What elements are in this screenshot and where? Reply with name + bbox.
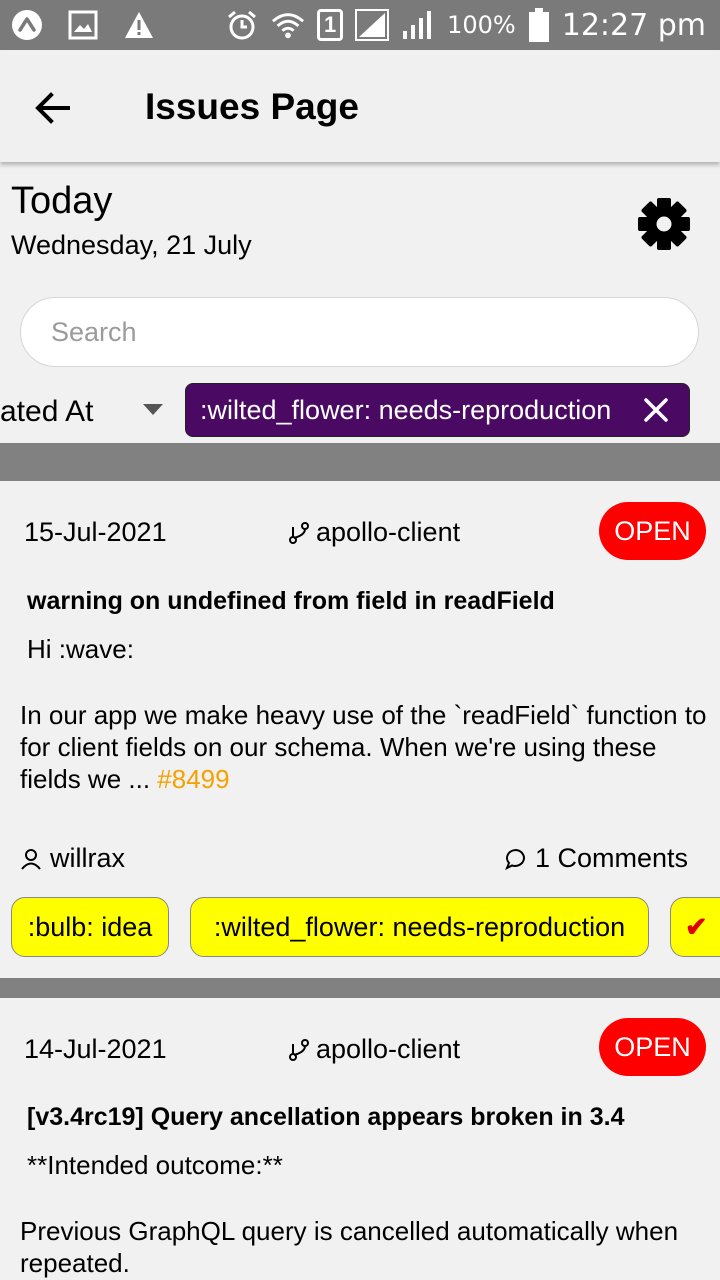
warning-icon xyxy=(122,8,156,42)
issue-author: willrax xyxy=(20,843,125,874)
label-text: :bulb: idea xyxy=(27,911,153,942)
arrow-left-icon xyxy=(35,92,70,124)
label-chip[interactable]: :bulb: idea xyxy=(11,897,169,957)
section-heading: Today xyxy=(11,180,113,222)
issue-card[interactable]: 14-Jul-2021 apollo-client OPEN [v3.4rc19… xyxy=(0,998,720,1280)
chevron-down-icon[interactable] xyxy=(143,404,163,415)
label-chip[interactable]: ✔ xyxy=(670,897,720,957)
issue-title[interactable]: [v3.4rc19] Query ancellation appears bro… xyxy=(27,1103,624,1132)
battery-icon xyxy=(528,8,550,42)
comment-icon xyxy=(505,848,525,870)
app-bar: Issues Page xyxy=(0,50,720,162)
git-branch-icon xyxy=(289,521,309,544)
active-filter-chip[interactable]: :wilted_flower: needs-reproduction xyxy=(185,383,690,437)
git-branch-icon xyxy=(289,1038,309,1061)
repo-name: apollo-client xyxy=(316,517,461,547)
issue-card[interactable]: 15-Jul-2021 apollo-client OPEN warning o… xyxy=(0,481,720,978)
search-input[interactable] xyxy=(20,297,699,367)
signal-icon xyxy=(355,8,390,42)
app-icon xyxy=(10,8,44,42)
clock: 12:27 pm xyxy=(561,7,706,43)
divider xyxy=(0,978,720,998)
divider xyxy=(0,443,720,481)
label-chip[interactable]: :wilted_flower: needs-reproduction xyxy=(190,897,649,957)
sim-icon: 1 xyxy=(317,9,344,41)
issue-greeting: **Intended outcome:** xyxy=(27,1150,283,1180)
issue-body: In our app we make heavy use of the `rea… xyxy=(20,699,710,795)
current-date: Wednesday, 21 July xyxy=(11,230,252,260)
author-name: willrax xyxy=(50,843,126,873)
label-text: :wilted_flower: needs-reproduction xyxy=(213,911,626,942)
issue-body-text: In our app we make heavy use of the `rea… xyxy=(20,700,714,794)
issue-comments: 1 Comments xyxy=(505,843,688,874)
page-title: Issues Page xyxy=(145,86,359,127)
back-button[interactable] xyxy=(24,80,80,136)
issue-date: 14-Jul-2021 xyxy=(24,1034,167,1064)
status-bar: 1 100% 12:27 pm xyxy=(0,0,720,50)
issue-greeting: Hi :wave: xyxy=(27,634,134,664)
alarm-icon xyxy=(225,8,259,42)
gear-icon xyxy=(638,198,690,250)
status-badge: OPEN xyxy=(599,502,706,560)
check-icon: ✔ xyxy=(685,911,708,942)
status-badge: OPEN xyxy=(599,1018,706,1076)
comment-count: 1 Comments xyxy=(535,843,689,873)
issue-number[interactable]: #8499 xyxy=(157,764,229,794)
issue-body: Previous GraphQL query is cancelled auto… xyxy=(20,1216,686,1278)
issue-repo: apollo-client xyxy=(288,1034,460,1065)
battery-percent: 100% xyxy=(447,11,516,39)
signal-icon xyxy=(401,8,435,42)
issue-date: 15-Jul-2021 xyxy=(24,517,167,547)
settings-button[interactable] xyxy=(632,192,696,256)
issue-repo: apollo-client xyxy=(288,517,460,548)
image-icon xyxy=(66,8,100,42)
sort-dropdown-label[interactable]: ated At xyxy=(0,395,93,429)
wifi-icon xyxy=(271,8,305,42)
close-icon[interactable] xyxy=(643,397,669,423)
user-icon xyxy=(21,848,41,870)
filter-chip-label: :wilted_flower: needs-reproduction xyxy=(200,394,612,425)
issue-title[interactable]: warning on undefined from field in readF… xyxy=(27,587,555,616)
repo-name: apollo-client xyxy=(316,1034,461,1064)
